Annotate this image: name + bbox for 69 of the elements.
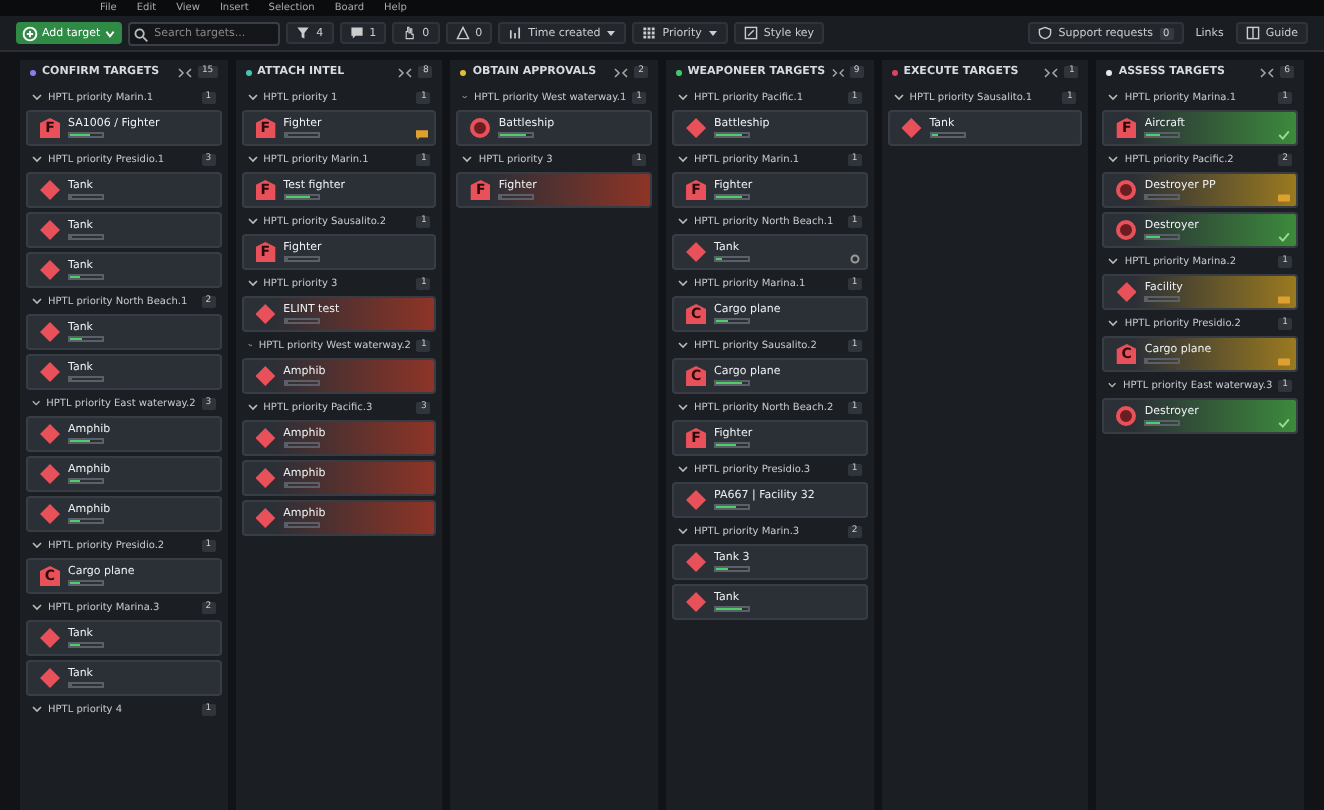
collapse-icon[interactable] [398, 67, 413, 77]
target-symbol [686, 118, 707, 138]
chevron-icon[interactable] [462, 154, 473, 164]
target-symbol [1116, 282, 1137, 302]
target-symbol [686, 552, 707, 572]
collapse-icon[interactable] [831, 67, 844, 77]
chevron-icon[interactable] [32, 704, 42, 714]
chevron-icon[interactable] [1108, 318, 1119, 328]
check-icon [1278, 232, 1291, 242]
chevron-icon[interactable] [32, 540, 42, 550]
edit-icon [743, 26, 758, 40]
collapse-icon[interactable] [614, 67, 629, 77]
collapse-icon[interactable] [177, 67, 192, 77]
chevron-icon[interactable] [247, 402, 258, 412]
warning-icon [455, 26, 470, 40]
chevron-icon[interactable] [247, 92, 258, 102]
comment-icon [416, 130, 429, 140]
target-symbol [686, 592, 707, 612]
chevron-icon[interactable] [1108, 380, 1118, 390]
chevron-icon[interactable] [1108, 92, 1119, 102]
chevron-icon[interactable] [678, 340, 689, 350]
chevron-icon[interactable] [678, 526, 689, 536]
comment-icon [349, 26, 364, 40]
target-symbol [1116, 220, 1137, 240]
flag-icon [1278, 296, 1291, 304]
target-symbol [1116, 180, 1137, 200]
target-symbol [255, 304, 276, 324]
target-symbol [1116, 406, 1137, 426]
target-symbol [470, 118, 491, 138]
hand-icon [402, 26, 417, 40]
chevron-icon[interactable] [678, 216, 689, 226]
chevron-icon[interactable] [247, 278, 258, 288]
book-icon [1245, 26, 1260, 40]
target-symbol [686, 490, 707, 510]
plus-icon [22, 25, 38, 41]
target-symbol [255, 366, 276, 386]
chevron-icon[interactable] [678, 402, 689, 412]
collapse-icon[interactable] [1044, 67, 1059, 77]
chevron-icon[interactable] [32, 398, 41, 408]
grid-icon [642, 26, 657, 40]
shield-icon [1038, 26, 1053, 40]
chevron-icon[interactable] [1108, 256, 1119, 266]
check-icon [1278, 130, 1291, 140]
flag-icon [1278, 358, 1291, 366]
chevron-icon[interactable] [893, 92, 904, 102]
target-symbol [255, 428, 276, 448]
chevron-icon[interactable] [247, 216, 258, 226]
chevron-icon[interactable] [678, 278, 689, 288]
check-icon [1278, 418, 1291, 428]
chevron-icon[interactable] [32, 602, 42, 612]
chevron-icon[interactable] [1108, 154, 1119, 164]
chevron-icon[interactable] [678, 154, 689, 164]
chevron-icon[interactable] [32, 92, 42, 102]
target-symbol [255, 508, 276, 528]
target-symbol [901, 118, 922, 138]
chevron-icon[interactable] [32, 154, 42, 164]
caret-icon [707, 28, 718, 38]
caret-icon [606, 28, 617, 38]
target-symbol [686, 242, 707, 262]
sort-icon [508, 26, 523, 40]
filter-icon [296, 26, 311, 40]
chevron-icon[interactable] [247, 154, 258, 164]
chevron-icon[interactable] [678, 92, 689, 102]
chevron-icon[interactable] [678, 464, 689, 474]
collapse-icon[interactable] [1260, 67, 1275, 77]
caret-icon [104, 27, 117, 39]
target-symbol [255, 468, 276, 488]
flag-icon [1278, 194, 1291, 202]
chevron-icon[interactable] [32, 296, 42, 306]
